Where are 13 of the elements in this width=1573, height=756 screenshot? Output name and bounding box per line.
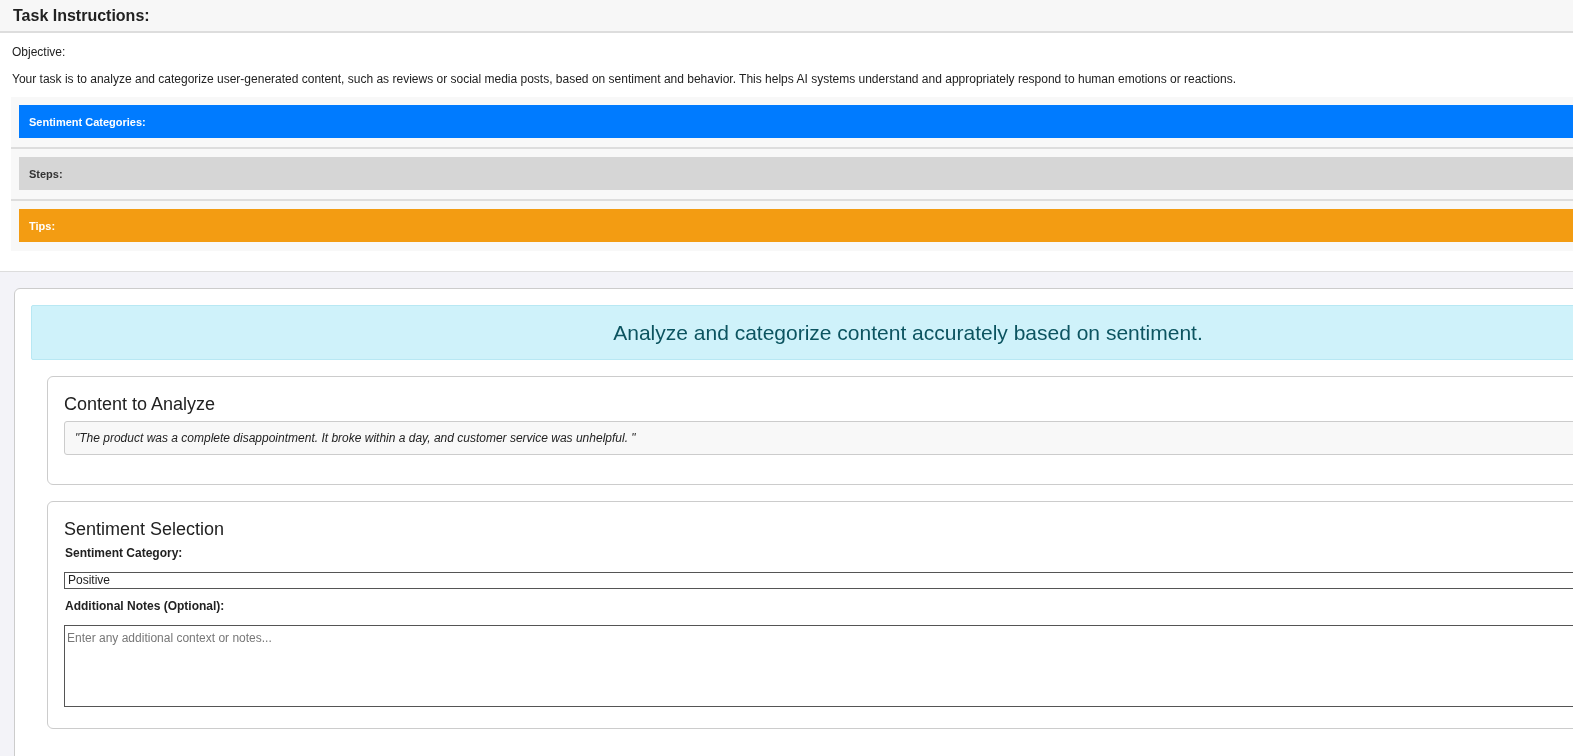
field-label: Sentiment Category: [65,546,184,560]
section-header[interactable]: Steps: [19,157,1573,190]
card-title: Sentiment Selection [64,518,226,540]
objective-text: Your task is to analyze and categorize user-generated content, such as reviews or social media posts, based on sentiment and behavior. This helps AI systems understand and appropriately respond to human emotions or reactions. [12,71,1238,88]
section-header[interactable]: Sentiment Categories: [19,105,1573,138]
sentiment-select[interactable]: Positive [64,572,1573,589]
notes-field[interactable]: Enter any additional context or notes... [64,625,1573,707]
objective-label: Objective: [12,44,67,61]
content-quote: "The product was a complete disappointment. It broke within a day, and customer service was unhelpful. " [64,421,1573,455]
field-label: Additional Notes (Optional): [65,599,226,613]
instruction-banner: Analyze and categorize content accurately based on sentiment. [31,305,1573,360]
card-title: Content to Analyze [64,393,217,415]
header-title: Task Instructions: [13,6,150,25]
